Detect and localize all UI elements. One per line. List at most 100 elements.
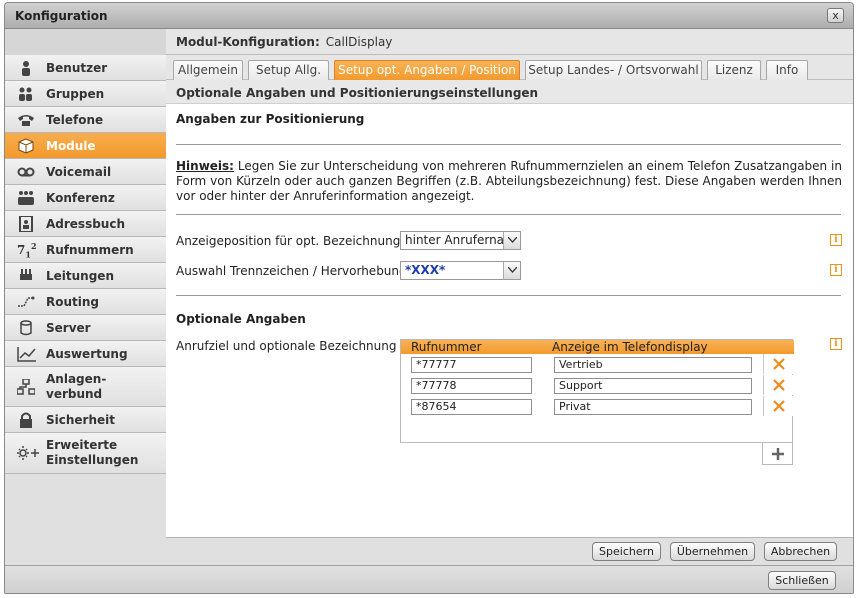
sidebar-item-erweiterte-einstellungen[interactable]: Erweiterte Einstellungen	[5, 433, 166, 474]
lock-icon	[17, 412, 35, 428]
module-name: CallDisplay	[325, 35, 393, 49]
number-table: Rufnummer Anzeige im Telefondisplay *777…	[400, 339, 794, 443]
separator	[176, 295, 841, 296]
conference-icon	[17, 190, 35, 206]
sidebar-item-label-line2: verbund	[46, 387, 103, 401]
sidebar-item-label: Routing	[46, 295, 100, 309]
optional-field-label: Anrufziel und optionale Bezeichnung	[176, 339, 397, 353]
tab-setup-opt-angaben-position[interactable]: Setup opt. Angaben / Position	[334, 60, 520, 80]
sidebar-item-label: Benutzer	[46, 61, 108, 75]
sidebar-item-label: Gruppen	[46, 87, 105, 101]
hint-text: Hinweis: Legen Sie zur Unterscheidung vo…	[176, 159, 842, 204]
column-header-rufnummer: Rufnummer	[411, 340, 482, 354]
sidebar-item-gruppen[interactable]: Gruppen	[5, 81, 166, 107]
window-title: Konfiguration	[15, 9, 108, 23]
sidebar-item-label: Module	[46, 139, 96, 153]
chevron-down-icon	[503, 262, 520, 279]
info-icon[interactable]: i	[830, 338, 842, 350]
delete-row-button[interactable]	[763, 396, 793, 416]
sidebar-item-label: Adressbuch	[46, 217, 126, 231]
apply-button[interactable]: Übernehmen	[670, 542, 755, 561]
user-icon	[17, 60, 35, 76]
group-icon	[17, 86, 35, 102]
server-icon	[17, 320, 35, 336]
sidebar-item-anlagenverbund[interactable]: Anlagen- verbund	[5, 367, 166, 407]
cancel-button[interactable]: Abbrechen	[764, 542, 837, 561]
routing-icon	[17, 294, 35, 310]
tab-lizenz[interactable]: Lizenz	[707, 60, 761, 80]
sidebar-item-auswertung[interactable]: Auswertung	[5, 341, 166, 367]
sidebar-item-konferenz[interactable]: Konferenz	[5, 185, 166, 211]
tab-setup-landes-ortsvorwahl[interactable]: Setup Landes- / Ortsvorwahl	[525, 60, 702, 80]
sidebar-item-server[interactable]: Server	[5, 315, 166, 341]
column-header-anzeige: Anzeige im Telefondisplay	[552, 340, 708, 354]
info-icon[interactable]: i	[830, 234, 842, 246]
separator	[176, 144, 841, 145]
number-input[interactable]: *87654	[411, 399, 532, 415]
number-input[interactable]: *77777	[411, 357, 532, 373]
number-table-header: Rufnummer Anzeige im Telefondisplay	[401, 340, 794, 354]
delete-x-icon	[773, 400, 785, 412]
tab-allgemein[interactable]: Allgemein	[173, 60, 243, 80]
positioning-heading: Angaben zur Positionierung	[176, 112, 365, 126]
tab-setup-allg[interactable]: Setup Allg.	[248, 60, 329, 80]
window-titlebar: Konfiguration x	[5, 3, 853, 29]
window-close-button[interactable]: x	[827, 8, 844, 23]
info-icon[interactable]: i	[830, 264, 842, 276]
lines-icon	[17, 268, 35, 284]
advanced-settings-icon	[17, 445, 41, 461]
sidebar-item-voicemail[interactable]: Voicemail	[5, 159, 166, 185]
sidebar-item-label: Auswertung	[46, 347, 128, 361]
sidebar-item-telefone[interactable]: Telefone	[5, 107, 166, 133]
sidebar: Benutzer Gruppen Telefone Module Voicema…	[5, 55, 166, 565]
separator-value: *XXX*	[405, 263, 446, 277]
display-position-value: hinter Anruferna...	[405, 233, 516, 247]
delete-row-button[interactable]	[763, 354, 793, 374]
sidebar-item-label: Sicherheit	[46, 413, 115, 427]
phone-icon	[17, 112, 35, 128]
sidebar-item-leitungen[interactable]: Leitungen	[5, 263, 166, 289]
voicemail-icon	[17, 164, 35, 180]
separator	[176, 214, 841, 215]
sidebar-item-label-line1: Erweiterte	[46, 438, 118, 452]
number-input[interactable]: *77778	[411, 378, 532, 394]
sidebar-item-label: Leitungen	[46, 269, 114, 283]
display-input[interactable]: Support	[554, 378, 752, 394]
delete-row-button[interactable]	[763, 375, 793, 395]
sidebar-item-sicherheit[interactable]: Sicherheit	[5, 407, 166, 433]
sidebar-item-routing[interactable]: Routing	[5, 289, 166, 315]
tab-bar: Allgemein Setup Allg. Setup opt. Angaben…	[166, 55, 853, 80]
add-row-button[interactable]	[762, 443, 793, 465]
hint-body: Legen Sie zur Unterscheidung von mehrere…	[176, 159, 842, 203]
sidebar-item-benutzer[interactable]: Benutzer	[5, 55, 166, 81]
tab-info[interactable]: Info	[766, 60, 808, 80]
display-input[interactable]: Privat	[554, 399, 752, 415]
configuration-window: Konfiguration x Benutzer Gruppen Telefon…	[4, 2, 854, 594]
sidebar-item-label: Voicemail	[46, 165, 112, 179]
close-button[interactable]: Schließen	[768, 571, 836, 590]
display-position-select[interactable]: hinter Anruferna...	[400, 231, 521, 250]
main-panel: Modul-Konfiguration: CallDisplay Allgemei…	[166, 29, 853, 565]
save-button[interactable]: Speichern	[592, 542, 661, 561]
hint-label: Hinweis:	[176, 159, 234, 173]
sidebar-filler	[5, 474, 166, 565]
optional-heading: Optionale Angaben	[176, 312, 306, 326]
sidebar-item-adressbuch[interactable]: Adressbuch	[5, 211, 166, 237]
network-icon	[16, 378, 36, 395]
sidebar-item-label-line1: Anlagen-	[46, 372, 107, 386]
sidebar-item-rufnummern[interactable]: 712 Rufnummern	[5, 237, 166, 263]
separator-label: Auswahl Trennzeichen / Hervorhebung	[176, 264, 407, 278]
display-input[interactable]: Vertrieb	[554, 357, 752, 373]
delete-x-icon	[773, 358, 785, 370]
plus-icon	[772, 448, 784, 460]
chevron-down-icon	[503, 232, 520, 249]
separator-select[interactable]: *XXX*	[400, 261, 521, 280]
section-title: Optionale Angaben und Positionierungsein…	[176, 86, 539, 100]
sidebar-item-module[interactable]: Module	[5, 133, 166, 159]
sidebar-item-label: Server	[46, 321, 91, 335]
addressbook-icon	[17, 215, 35, 233]
module-header-label: Modul-Konfiguration: CallDisplay	[176, 35, 392, 49]
sidebar-item-label-line2: Einstellungen	[46, 453, 139, 467]
module-header-label-text: Modul-Konfiguration:	[176, 35, 320, 49]
delete-x-icon	[773, 379, 785, 391]
